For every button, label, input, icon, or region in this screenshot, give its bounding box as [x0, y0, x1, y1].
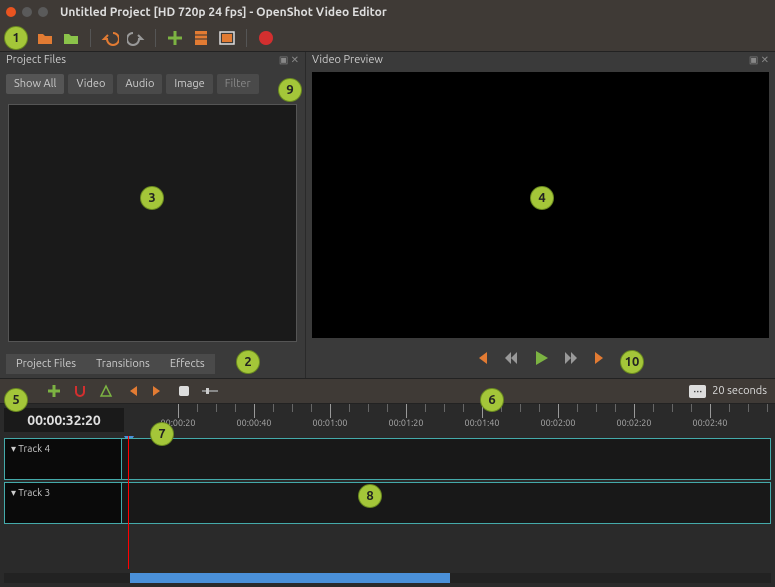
filter-tab-show-all[interactable]: Show All: [6, 74, 64, 94]
rewind-icon[interactable]: [501, 348, 521, 368]
ruler-label: 00:01:00: [313, 418, 348, 428]
callout-3: 3: [140, 186, 164, 210]
callout-6: 6: [480, 388, 504, 412]
callout-9: 9: [278, 78, 302, 102]
razor-icon[interactable]: [98, 383, 114, 399]
ruler-label: 00:01:40: [465, 418, 500, 428]
filter-tab-filter[interactable]: Filter: [217, 74, 259, 94]
track-body[interactable]: [122, 438, 771, 480]
profile-icon[interactable]: [192, 29, 210, 47]
panel-controls[interactable]: ▣ ✕: [749, 54, 769, 66]
zoom-badge-icon: ⋯: [689, 385, 706, 398]
add-track-icon[interactable]: [46, 383, 62, 399]
project-files-title: Project Files: [6, 54, 66, 66]
undo-icon[interactable]: [101, 29, 119, 47]
timecode-display[interactable]: 00:00:32:20: [4, 408, 124, 432]
export-icon[interactable]: [257, 29, 275, 47]
filter-tab-video[interactable]: Video: [68, 74, 113, 94]
filter-tabs: Show All Video Audio Image Filter: [0, 68, 305, 100]
project-files-area[interactable]: [8, 104, 297, 342]
timeline-ruler[interactable]: 00:00:2000:00:4000:01:0000:01:2000:01:40…: [128, 404, 775, 436]
jump-start-icon[interactable]: [471, 348, 491, 368]
playback-controls: [306, 342, 775, 378]
toolbar-separator: [246, 29, 247, 47]
zoom-value: 20 seconds: [712, 385, 767, 397]
timeline-area: 00:00:32:20 00:00:2000:00:4000:01:0000:0…: [0, 404, 775, 587]
toolbar-separator: [90, 29, 91, 47]
maximize-window-button[interactable]: [38, 7, 48, 17]
track-header[interactable]: ▾ Track 3: [4, 482, 122, 524]
callout-5: 5: [4, 388, 28, 412]
timeline-toolbar: ⋯ 20 seconds: [0, 378, 775, 404]
ruler-label: 00:00:40: [237, 418, 272, 428]
window-controls: [6, 7, 48, 17]
track-row: ▾ Track 3: [4, 482, 771, 524]
timeline-scrollbar-thumb[interactable]: [130, 573, 450, 583]
filter-tab-audio[interactable]: Audio: [117, 74, 162, 94]
ruler-label: 00:01:20: [389, 418, 424, 428]
play-icon[interactable]: [531, 348, 551, 368]
track-header[interactable]: ▾ Track 4: [4, 438, 122, 480]
tab-effects[interactable]: Effects: [160, 354, 215, 374]
video-preview-header: Video Preview ▣ ✕: [306, 52, 775, 68]
callout-8: 8: [358, 484, 382, 508]
window-title: Untitled Project [HD 720p 24 fps] - Open…: [60, 6, 387, 19]
jump-end-icon[interactable]: [591, 348, 611, 368]
open-project-icon[interactable]: [36, 29, 54, 47]
video-preview-title: Video Preview: [312, 54, 383, 66]
ruler-label: 00:02:20: [617, 418, 652, 428]
panel-controls[interactable]: ▣ ✕: [279, 54, 299, 66]
callout-7: 7: [150, 422, 174, 446]
callout-2: 2: [236, 350, 260, 374]
callout-10: 10: [620, 350, 644, 374]
fullscreen-icon[interactable]: [218, 29, 236, 47]
center-playhead-icon[interactable]: [176, 383, 192, 399]
ruler-label: 00:02:00: [541, 418, 576, 428]
callout-4: 4: [530, 186, 554, 210]
project-files-header: Project Files ▣ ✕: [0, 52, 305, 68]
zoom-slider-icon[interactable]: [202, 383, 218, 399]
video-preview-panel: Video Preview ▣ ✕: [305, 52, 775, 378]
ruler-label: 00:02:40: [693, 418, 728, 428]
tab-project-files[interactable]: Project Files: [6, 354, 86, 374]
content-row: Project Files ▣ ✕ Show All Video Audio I…: [0, 52, 775, 378]
tab-transitions[interactable]: Transitions: [86, 354, 160, 374]
filter-tab-image[interactable]: Image: [166, 74, 212, 94]
toolbar-separator: [155, 29, 156, 47]
main-toolbar: [0, 24, 775, 52]
track-body[interactable]: [122, 482, 771, 524]
tracks-container: ▾ Track 4▾ Track 3: [0, 436, 775, 569]
timeline-scrollbar[interactable]: [4, 573, 771, 583]
timecode-row: 00:00:32:20 00:00:2000:00:4000:01:0000:0…: [0, 404, 775, 436]
close-window-button[interactable]: [6, 7, 16, 17]
fast-forward-icon[interactable]: [561, 348, 581, 368]
callout-1: 1: [4, 26, 28, 50]
track-row: ▾ Track 4: [4, 438, 771, 480]
project-files-panel: Project Files ▣ ✕ Show All Video Audio I…: [0, 52, 305, 378]
import-files-icon[interactable]: [166, 29, 184, 47]
window-titlebar: Untitled Project [HD 720p 24 fps] - Open…: [0, 0, 775, 24]
save-project-icon[interactable]: [62, 29, 80, 47]
redo-icon[interactable]: [127, 29, 145, 47]
snap-icon[interactable]: [72, 383, 88, 399]
zoom-indicator: ⋯ 20 seconds: [689, 385, 767, 398]
minimize-window-button[interactable]: [22, 7, 32, 17]
prev-marker-icon[interactable]: [124, 383, 140, 399]
next-marker-icon[interactable]: [150, 383, 166, 399]
playhead-line[interactable]: [128, 436, 129, 569]
